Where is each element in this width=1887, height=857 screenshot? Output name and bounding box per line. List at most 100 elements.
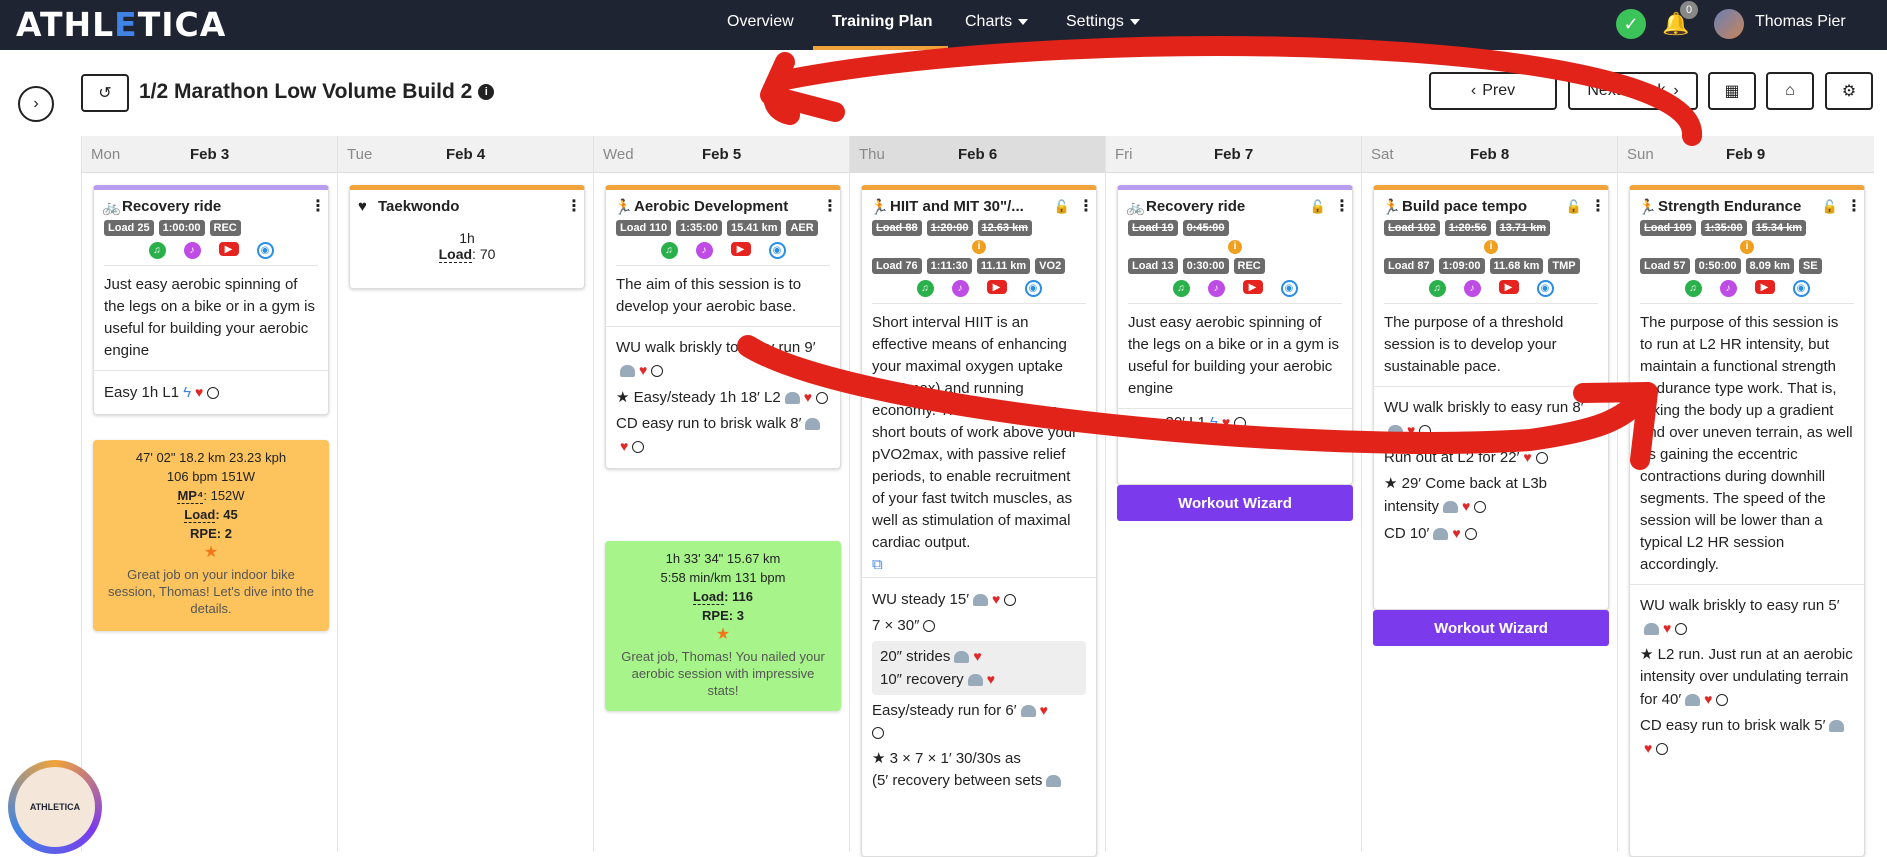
- gauge-icon: [1829, 720, 1845, 733]
- workout-card-sun[interactable]: 🏃 Strength Endurance 🔓 ⋮ Load 109 1:35:00 1…: [1629, 185, 1865, 857]
- workout-wizard-button[interactable]: Workout Wizard: [1117, 485, 1353, 521]
- repeat-block: 20″ strides ♥ 10″ recovery ♥: [872, 641, 1086, 695]
- warning-icon[interactable]: i: [1228, 240, 1242, 254]
- external-link-icon[interactable]: ⧉: [862, 556, 1096, 573]
- summary-load: Load: 45: [184, 507, 238, 523]
- lock-open-icon[interactable]: 🔓: [1566, 199, 1582, 215]
- summary-rpe: RPE: 3: [702, 608, 744, 623]
- warning-icon[interactable]: i: [1484, 240, 1498, 254]
- tag-type: VO2: [1035, 258, 1066, 274]
- settings-button[interactable]: ⚙: [1825, 72, 1873, 110]
- tag-duration: 1:35:00: [1700, 220, 1747, 236]
- music-icon[interactable]: ♪: [1719, 280, 1737, 297]
- more-menu-icon[interactable]: ⋮: [1078, 198, 1094, 214]
- gear-icon: ⚙: [1841, 83, 1857, 100]
- active-nav-underline: [813, 46, 948, 50]
- home-icon: ⌂: [1785, 82, 1795, 99]
- workout-card-fri[interactable]: 🚲 Recovery ride 🔓 ⋮ Load 19 0:45:00 i Load …: [1117, 185, 1353, 485]
- lock-open-icon[interactable]: 🔓: [1822, 199, 1838, 215]
- workout-card-thu[interactable]: 🏃 HIIT and MIT 30"/... 🔓 ⋮ Load 88 1:20:00 …: [861, 185, 1097, 857]
- summary-rpe: RPE: 2: [190, 526, 232, 541]
- gauge-icon: [973, 594, 989, 607]
- history-button[interactable]: ↺: [81, 74, 129, 112]
- podcast-icon[interactable]: ◉: [256, 242, 274, 259]
- day-header-tue: Tue Feb 4: [347, 146, 486, 163]
- lock-open-icon[interactable]: 🔓: [1054, 199, 1070, 215]
- spotify-icon[interactable]: ♫: [1684, 280, 1702, 297]
- heart-icon: ♥: [1039, 702, 1048, 718]
- user-avatar[interactable]: [1714, 9, 1744, 39]
- podcast-icon[interactable]: ◉: [1280, 280, 1298, 297]
- youtube-icon[interactable]: ▶: [986, 280, 1007, 294]
- gauge-icon: [1388, 425, 1403, 438]
- spotify-icon[interactable]: ♫: [1428, 280, 1446, 297]
- tag-duration: 1:09:00: [1438, 258, 1485, 274]
- calendar-button[interactable]: ▦: [1708, 72, 1756, 110]
- workout-card-wed[interactable]: 🏃 Aerobic Development ⋮ Load 110 1:35:00 1…: [605, 185, 841, 469]
- heart-icon: ♥: [1407, 422, 1416, 438]
- day-header-fri: Fri Feb 7: [1115, 146, 1254, 163]
- completed-summary-wed[interactable]: 1h 33' 34" 15.67 km 5:58 min/km 131 bpm …: [605, 541, 841, 711]
- notification-badge: 0: [1680, 1, 1698, 19]
- prev-week-button[interactable]: ‹ Prev: [1429, 72, 1557, 110]
- podcast-icon[interactable]: ◉: [768, 242, 786, 259]
- youtube-icon[interactable]: ▶: [1498, 280, 1519, 294]
- more-menu-icon[interactable]: ⋮: [822, 198, 838, 214]
- spotify-icon[interactable]: ♫: [660, 242, 678, 259]
- home-button[interactable]: ⌂: [1766, 72, 1814, 110]
- workout-description: The purpose of a threshold session is to…: [1374, 304, 1608, 387]
- spotify-icon[interactable]: ♫: [148, 242, 166, 259]
- music-icon[interactable]: ♪: [695, 242, 713, 259]
- podcast-icon[interactable]: ◉: [1024, 280, 1042, 297]
- info-icon[interactable]: i: [478, 84, 495, 101]
- sync-check-icon[interactable]: ✓: [1616, 9, 1646, 39]
- tag-type: REC: [1233, 258, 1265, 274]
- music-icon[interactable]: ♪: [951, 280, 969, 297]
- workout-card-mon[interactable]: 🚲 Recovery ride ⋮ Load 25 1:00:00 REC ♫ ♪ ▶ ◉…: [93, 185, 329, 415]
- planned-tags: Load 102 1:20:56 13.71 km: [1374, 220, 1608, 236]
- gauge-icon: [805, 418, 821, 431]
- workout-card-tue[interactable]: ♥ Taekwondo ⋮ 1h Load: 70: [349, 185, 585, 289]
- warning-icon[interactable]: i: [972, 240, 986, 254]
- heart-icon: ♥: [639, 362, 648, 378]
- youtube-icon[interactable]: ▶: [218, 242, 239, 256]
- nav-training-plan[interactable]: Training Plan: [832, 13, 932, 31]
- coach-avatar[interactable]: ATHLETICA: [8, 760, 102, 854]
- completed-summary-mon[interactable]: 47' 02" 18.2 km 23.23 kph 106 bpm 151W M…: [93, 440, 329, 631]
- expand-sidebar-button[interactable]: ›: [18, 86, 54, 122]
- workout-step: 10″ recovery ♥: [880, 671, 995, 688]
- music-icon[interactable]: ♪: [1463, 280, 1481, 297]
- gauge-icon: [1685, 694, 1701, 707]
- user-name[interactable]: Thomas Pier: [1755, 13, 1846, 31]
- youtube-icon[interactable]: ▶: [1242, 280, 1263, 294]
- athletica-logo[interactable]: ATHLETICA: [16, 5, 226, 44]
- more-menu-icon[interactable]: ⋮: [1846, 198, 1862, 214]
- youtube-icon[interactable]: ▶: [1754, 280, 1775, 294]
- workout-step: Easy/steady run for 6′ ♥: [872, 699, 1086, 744]
- spotify-icon[interactable]: ♫: [1172, 280, 1190, 297]
- workout-card-sat[interactable]: 🏃 Build pace tempo 🔓 ⋮ Load 102 1:20:56 13.…: [1373, 185, 1609, 610]
- more-menu-icon[interactable]: ⋮: [1590, 198, 1606, 214]
- clock-icon: [651, 365, 664, 378]
- warning-icon[interactable]: i: [1740, 240, 1754, 254]
- podcast-icon[interactable]: ◉: [1792, 280, 1810, 297]
- more-menu-icon[interactable]: ⋮: [566, 198, 582, 214]
- music-icon[interactable]: ♪: [1207, 280, 1225, 297]
- workout-step: ★ 3 × 7 × 1′ 30/30s as (5′ recovery betwe…: [872, 748, 1086, 792]
- music-icon[interactable]: ♪: [183, 242, 201, 259]
- youtube-icon[interactable]: ▶: [730, 242, 751, 256]
- column-divider: [849, 136, 850, 852]
- spotify-icon[interactable]: ♫: [916, 280, 934, 297]
- workout-wizard-button[interactable]: Workout Wizard: [1373, 610, 1609, 646]
- more-menu-icon[interactable]: ⋮: [310, 198, 326, 214]
- lightning-icon: ϟ: [183, 384, 192, 401]
- nav-overview[interactable]: Overview: [727, 13, 794, 31]
- nav-charts[interactable]: Charts: [965, 13, 1029, 31]
- day-header-wed: Wed Feb 5: [603, 146, 742, 163]
- podcast-icon[interactable]: ◉: [1536, 280, 1554, 297]
- nav-settings[interactable]: Settings: [1066, 13, 1140, 31]
- lock-open-icon[interactable]: 🔓: [1310, 199, 1326, 215]
- next-week-button[interactable]: Next Week ›: [1568, 72, 1698, 110]
- tag-distance: 13.71 km: [1495, 220, 1551, 236]
- more-menu-icon[interactable]: ⋮: [1334, 198, 1350, 214]
